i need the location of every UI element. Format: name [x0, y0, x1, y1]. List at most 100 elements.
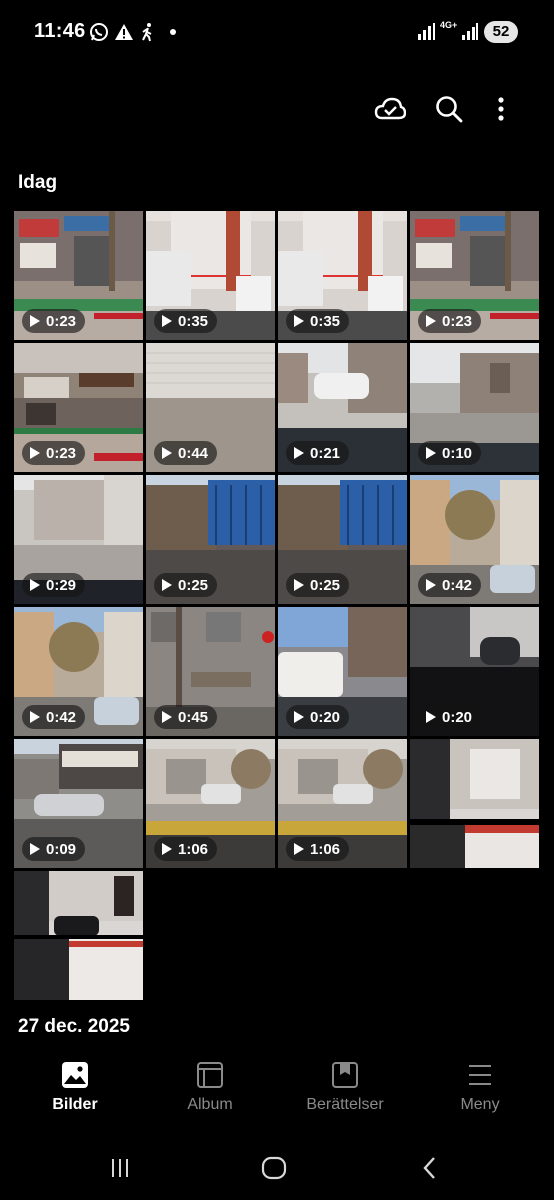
section-title-today: Idag	[18, 172, 58, 193]
video-duration: 1:06	[178, 840, 209, 858]
video-thumbnail[interactable]: 0:23	[14, 343, 143, 472]
back-button[interactable]	[410, 1150, 450, 1186]
video-duration-badge: 0:20	[418, 705, 482, 729]
whatsapp-icon	[90, 23, 108, 41]
bottom-navigation: Bilder Album Berättelser Meny	[0, 1050, 554, 1130]
video-duration: 0:42	[46, 708, 77, 726]
more-options-icon	[498, 97, 504, 121]
play-icon	[162, 315, 172, 327]
nav-item-album[interactable]: Album	[141, 1050, 279, 1130]
signal-icon	[462, 23, 478, 40]
play-icon	[426, 711, 436, 723]
status-time: 11:46	[34, 20, 86, 42]
play-icon	[426, 315, 436, 327]
video-duration: 0:23	[46, 444, 77, 462]
video-duration: 0:35	[310, 312, 341, 330]
thumbnail-image	[410, 739, 539, 868]
nav-label-album: Album	[187, 1096, 233, 1113]
video-duration: 0:20	[310, 708, 341, 726]
video-duration-badge: 0:23	[22, 441, 86, 465]
video-thumbnail[interactable]: 0:25	[278, 475, 407, 604]
video-duration: 0:25	[310, 576, 341, 594]
video-thumbnail[interactable]: 1:06	[278, 739, 407, 868]
play-icon	[30, 447, 40, 459]
photo-thumbnail[interactable]	[410, 739, 539, 868]
nav-item-pictures[interactable]: Bilder	[6, 1050, 144, 1130]
video-duration: 0:21	[310, 444, 341, 462]
video-thumbnail[interactable]: 0:42	[410, 475, 539, 604]
home-icon	[261, 1156, 287, 1180]
video-duration-badge: 0:44	[154, 441, 218, 465]
cloud-sync-icon	[374, 97, 406, 120]
video-thumbnail[interactable]: 0:25	[146, 475, 275, 604]
recents-icon	[112, 1159, 128, 1177]
play-icon	[294, 843, 304, 855]
video-thumbnail[interactable]: 0:09	[14, 739, 143, 868]
play-icon	[294, 579, 304, 591]
video-duration: 0:10	[442, 444, 473, 462]
video-duration-badge: 1:06	[286, 837, 350, 861]
status-bar: 11:46 4G+ 52	[0, 0, 554, 64]
nav-label-menu: Meny	[460, 1096, 500, 1113]
video-duration-badge: 0:35	[154, 309, 218, 333]
video-duration: 0:42	[442, 576, 473, 594]
video-thumbnail[interactable]: 0:44	[146, 343, 275, 472]
photo-thumbnail[interactable]	[14, 871, 143, 1000]
nav-item-menu[interactable]: Meny	[411, 1050, 549, 1130]
video-thumbnail[interactable]: 0:20	[410, 607, 539, 736]
video-duration-badge: 0:45	[154, 705, 218, 729]
play-icon	[30, 843, 40, 855]
play-icon	[426, 579, 436, 591]
video-duration: 0:29	[46, 576, 77, 594]
thumbnail-image	[14, 871, 143, 1000]
warning-icon	[115, 24, 133, 40]
video-duration: 0:23	[442, 312, 473, 330]
video-thumbnail[interactable]: 0:23	[410, 211, 539, 340]
video-thumbnail[interactable]: 0:45	[146, 607, 275, 736]
signal-r-icon	[418, 23, 435, 40]
video-thumbnail[interactable]: 0:29	[14, 475, 143, 604]
video-thumbnail[interactable]: 1:06	[146, 739, 275, 868]
video-thumbnail[interactable]: 0:42	[14, 607, 143, 736]
image-icon	[62, 1062, 88, 1088]
video-thumbnail[interactable]: 0:23	[14, 211, 143, 340]
video-duration-badge: 0:23	[418, 309, 482, 333]
search-button[interactable]	[432, 92, 466, 126]
notification-dot	[170, 29, 176, 35]
video-thumbnail[interactable]: 0:35	[146, 211, 275, 340]
play-icon	[426, 447, 436, 459]
video-thumbnail[interactable]: 0:21	[278, 343, 407, 472]
video-duration: 0:09	[46, 840, 77, 858]
video-thumbnail[interactable]: 0:20	[278, 607, 407, 736]
play-icon	[294, 315, 304, 327]
walking-icon	[142, 23, 152, 42]
section-title-date: 27 dec. 2025	[18, 1016, 130, 1037]
play-icon	[30, 579, 40, 591]
video-duration-badge: 0:42	[418, 573, 482, 597]
video-duration-badge: 0:25	[286, 573, 350, 597]
play-icon	[294, 447, 304, 459]
play-icon	[294, 711, 304, 723]
play-icon	[162, 711, 172, 723]
video-duration: 0:44	[178, 444, 209, 462]
menu-icon	[469, 1065, 491, 1085]
video-duration-badge: 0:10	[418, 441, 482, 465]
more-options-button[interactable]	[484, 92, 518, 126]
video-thumbnail[interactable]: 0:35	[278, 211, 407, 340]
video-thumbnail[interactable]: 0:10	[410, 343, 539, 472]
play-icon	[30, 315, 40, 327]
video-duration-badge: 0:29	[22, 573, 86, 597]
play-icon	[162, 843, 172, 855]
nav-item-stories[interactable]: Berättelser	[276, 1050, 414, 1130]
network-type: 4G+	[440, 20, 458, 30]
home-button[interactable]	[254, 1150, 294, 1186]
back-icon	[423, 1157, 435, 1179]
video-duration: 0:20	[442, 708, 473, 726]
video-duration: 0:45	[178, 708, 209, 726]
video-duration-badge: 0:20	[286, 705, 350, 729]
video-duration: 0:35	[178, 312, 209, 330]
recents-button[interactable]	[100, 1150, 140, 1186]
cloud-sync-button[interactable]	[373, 92, 407, 126]
album-icon	[197, 1062, 223, 1088]
search-icon	[436, 96, 463, 123]
